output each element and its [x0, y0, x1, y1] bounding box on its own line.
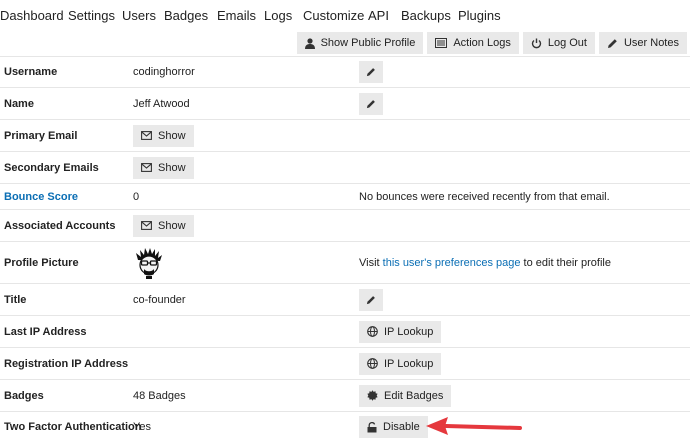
- edit-name-button[interactable]: [359, 92, 383, 115]
- edit-username-button[interactable]: [359, 61, 383, 83]
- envelope-icon: [141, 163, 152, 172]
- secondary-emails-value: Show: [133, 156, 194, 179]
- username-label: Username: [4, 66, 58, 78]
- title-label: Title: [4, 293, 27, 306]
- registration-ip-label: Registration IP Address: [4, 357, 129, 370]
- registration-ip-lookup-label: IP Lookup: [384, 357, 434, 370]
- two-factor-value: Yes: [133, 421, 151, 433]
- nav-api[interactable]: API: [368, 8, 389, 23]
- row-last-ip: Last IP Address IP Lookup: [0, 316, 690, 348]
- nav-backups[interactable]: Backups: [401, 8, 451, 23]
- user-icon: [304, 37, 315, 49]
- user-notes-button[interactable]: User Notes: [598, 32, 687, 54]
- last-ip-lookup-label: IP Lookup: [384, 325, 434, 338]
- pencil-icon: [366, 68, 375, 77]
- secondary-emails-label: Secondary Emails: [4, 161, 99, 174]
- show-secondary-emails-label: Show: [158, 161, 186, 174]
- last-ip-lookup-button[interactable]: IP Lookup: [359, 320, 442, 343]
- last-ip-lookup-wrap: IP Lookup: [359, 320, 442, 343]
- pencil-icon: [366, 295, 375, 304]
- edit-badges-wrap: Edit Badges: [359, 384, 452, 407]
- envelope-icon: [141, 131, 152, 140]
- nav-badges[interactable]: Badges: [164, 8, 208, 23]
- nav-logs[interactable]: Logs: [264, 8, 292, 23]
- row-name: Name Jeff Atwood: [0, 88, 690, 120]
- admin-nav: Dashboard Settings Users Badges Emails L…: [0, 0, 690, 32]
- unlock-icon: [367, 421, 377, 432]
- profile-picture-note-suffix: to edit their profile: [520, 256, 611, 269]
- badges-value: 48 Badges: [133, 389, 186, 402]
- power-icon: [531, 38, 542, 48]
- registration-ip-lookup-button[interactable]: IP Lookup: [359, 352, 442, 375]
- edit-badges-button[interactable]: Edit Badges: [359, 384, 452, 407]
- username-edit-wrap: [359, 61, 383, 83]
- title-edit-wrap: [359, 288, 383, 311]
- show-public-profile-button[interactable]: Show Public Profile: [296, 32, 424, 54]
- name-value: Jeff Atwood: [133, 97, 190, 110]
- action-logs-label: Action Logs: [453, 37, 511, 49]
- row-title: Title co-founder: [0, 284, 690, 316]
- primary-email-label: Primary Email: [4, 129, 78, 142]
- bounce-score-value: 0: [133, 190, 140, 203]
- profile-picture-note-prefix: Visit: [359, 256, 383, 269]
- bounce-score-link[interactable]: Bounce Score: [4, 191, 78, 203]
- name-edit-wrap: [359, 92, 383, 115]
- globe-icon: [367, 358, 378, 369]
- annotation-arrow-icon: [426, 417, 522, 435]
- row-two-factor: Two Factor Authentication Yes Disable: [0, 412, 690, 442]
- registration-ip-lookup-wrap: IP Lookup: [359, 352, 442, 375]
- disable-two-factor-label: Disable: [383, 421, 420, 433]
- nav-emails[interactable]: Emails: [217, 8, 256, 23]
- profile-picture-label: Profile Picture: [4, 256, 79, 269]
- row-secondary-emails: Secondary Emails Show: [0, 152, 690, 184]
- avatar: [136, 247, 162, 279]
- profile-picture-note: Visit this user's preferences page to ed…: [359, 257, 611, 269]
- row-registration-ip: Registration IP Address IP Lookup: [0, 348, 690, 380]
- globe-icon: [367, 326, 378, 337]
- row-associated-accounts: Associated Accounts Show: [0, 210, 690, 242]
- row-username: Username codinghorror: [0, 56, 690, 88]
- show-associated-accounts-button[interactable]: Show: [133, 214, 194, 237]
- envelope-icon: [141, 221, 152, 230]
- log-out-label: Log Out: [547, 37, 587, 49]
- pencil-icon: [607, 38, 617, 48]
- edit-title-button[interactable]: [359, 288, 383, 311]
- certificate-icon: [367, 390, 378, 401]
- user-actions: Show Public Profile Action Logs Log Out …: [296, 32, 687, 54]
- row-badges: Badges 48 Badges Edit Badges: [0, 380, 690, 412]
- two-factor-label: Two Factor Authentication: [4, 421, 142, 433]
- bounce-score-note: No bounces were received recently from t…: [359, 190, 610, 203]
- nav-plugins[interactable]: Plugins: [458, 8, 501, 23]
- name-label: Name: [4, 97, 34, 110]
- nav-users[interactable]: Users: [122, 8, 156, 23]
- disable-two-factor-button[interactable]: Disable: [359, 416, 428, 438]
- log-out-button[interactable]: Log Out: [522, 32, 595, 54]
- row-bounce-score: Bounce Score 0 No bounces were received …: [0, 184, 690, 210]
- list-alt-icon: [435, 38, 448, 48]
- username-value: codinghorror: [133, 66, 195, 78]
- associated-accounts-value: Show: [133, 214, 194, 237]
- disable-two-factor-wrap: Disable: [359, 416, 428, 438]
- edit-badges-label: Edit Badges: [384, 389, 444, 402]
- pencil-icon: [366, 99, 375, 108]
- title-value: co-founder: [133, 293, 186, 306]
- nav-settings[interactable]: Settings: [68, 8, 115, 23]
- preferences-page-link[interactable]: this user's preferences page: [383, 257, 521, 269]
- last-ip-label: Last IP Address: [4, 325, 87, 338]
- row-primary-email: Primary Email Show: [0, 120, 690, 152]
- show-public-profile-label: Show Public Profile: [320, 37, 416, 49]
- badges-label: Badges: [4, 389, 44, 402]
- primary-email-value: Show: [133, 124, 194, 147]
- show-primary-email-label: Show: [158, 129, 186, 142]
- nav-dashboard[interactable]: Dashboard: [0, 8, 64, 23]
- row-profile-picture: Profile Picture Visit this user's prefer…: [0, 242, 690, 284]
- nav-customize[interactable]: Customize: [303, 8, 364, 23]
- action-logs-button[interactable]: Action Logs: [427, 32, 519, 54]
- show-secondary-emails-button[interactable]: Show: [133, 156, 194, 179]
- show-primary-email-button[interactable]: Show: [133, 124, 194, 147]
- profile-picture-value: [133, 247, 165, 279]
- associated-accounts-label: Associated Accounts: [4, 219, 116, 232]
- user-notes-label: User Notes: [623, 37, 679, 49]
- show-associated-accounts-label: Show: [158, 219, 186, 232]
